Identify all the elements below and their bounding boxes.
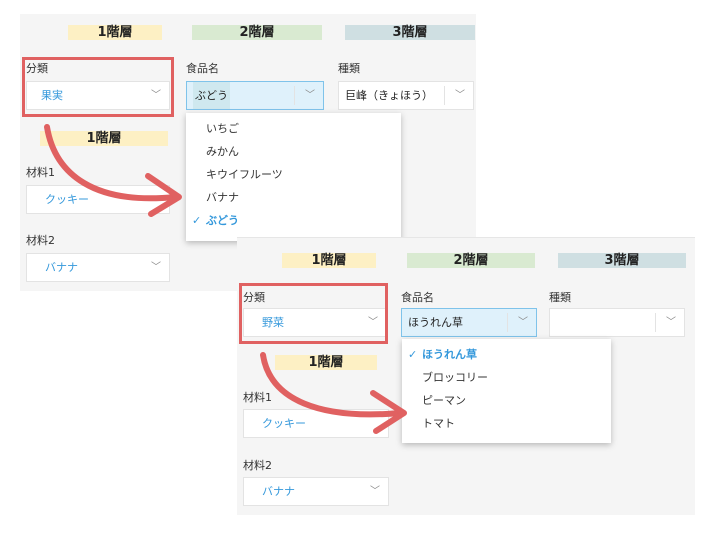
curved-arrow-icon [44, 124, 178, 202]
curved-arrow-icons [44, 124, 407, 434]
curved-arrow-icon [260, 352, 403, 418]
